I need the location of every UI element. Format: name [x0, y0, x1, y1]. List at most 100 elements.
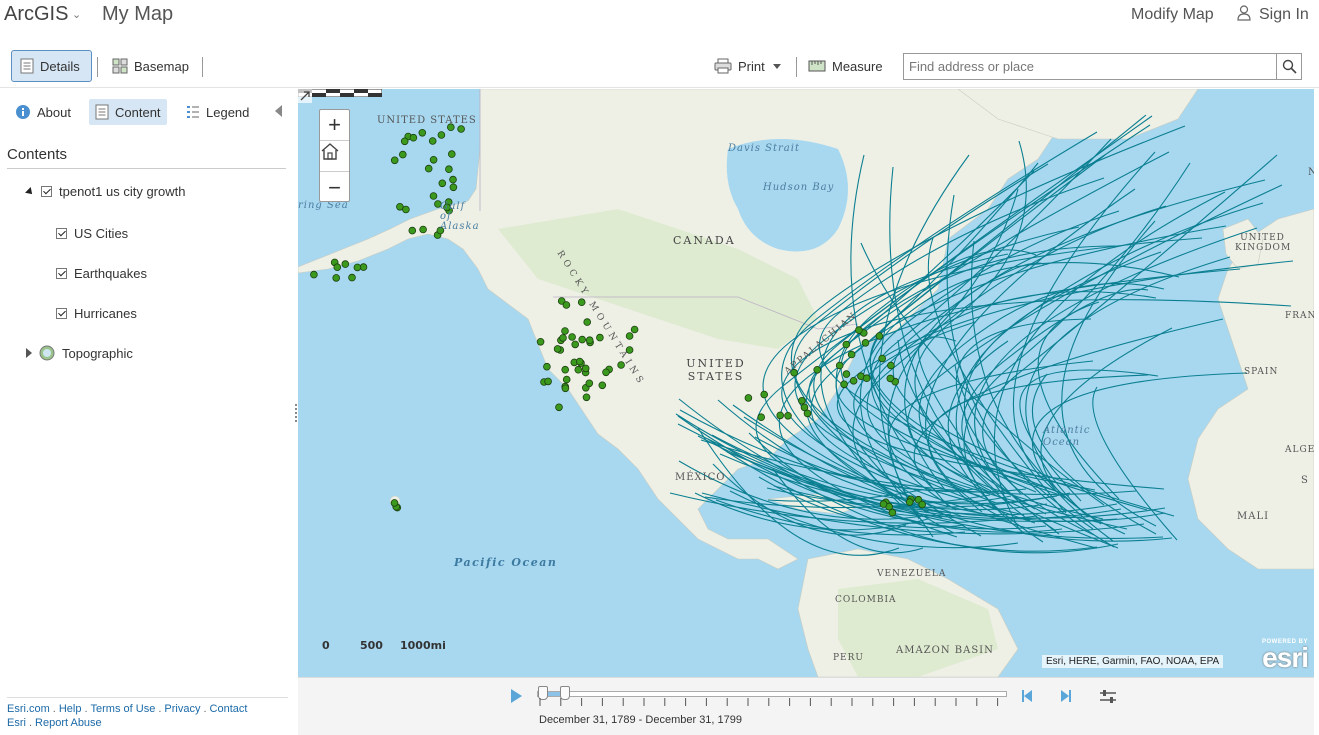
city-point[interactable] [448, 150, 456, 158]
city-point[interactable] [428, 137, 437, 145]
city-point[interactable] [408, 226, 417, 235]
city-point[interactable] [800, 403, 809, 412]
expand-caret-icon[interactable] [26, 348, 32, 358]
basemap-button[interactable]: Basemap [104, 50, 197, 82]
zoom-in-button[interactable]: + [320, 110, 349, 141]
city-point[interactable] [776, 411, 785, 420]
city-point[interactable] [862, 374, 871, 383]
city-point[interactable] [424, 164, 433, 173]
city-point[interactable] [553, 345, 562, 353]
city-point[interactable] [390, 499, 399, 507]
city-point[interactable] [561, 384, 570, 393]
footer-link-privacy[interactable]: Privacy [164, 703, 200, 715]
city-point[interactable] [875, 332, 884, 340]
basemap-layer-row[interactable]: Topographic [26, 345, 133, 361]
city-point[interactable] [536, 338, 545, 346]
city-point[interactable] [353, 263, 362, 272]
layer-checkbox[interactable] [56, 268, 67, 279]
city-point[interactable] [855, 326, 863, 334]
city-point[interactable] [571, 340, 580, 349]
city-point[interactable] [585, 379, 594, 388]
city-point[interactable] [583, 318, 592, 326]
city-point[interactable] [438, 179, 447, 188]
city-point[interactable] [847, 350, 856, 359]
city-point[interactable] [596, 333, 604, 342]
city-point[interactable] [399, 150, 407, 159]
map-attribution[interactable]: Esri, HERE, Garmin, FAO, NOAA, EPA [1042, 655, 1224, 668]
footer-link-report-abuse[interactable]: Report Abuse [35, 717, 102, 729]
next-icon[interactable] [1057, 689, 1073, 703]
modify-map-link[interactable]: Modify Map [1131, 6, 1214, 24]
arcgis-brand[interactable]: ArcGIS [4, 3, 68, 26]
city-point[interactable] [562, 301, 571, 309]
layer-row-earthquakes[interactable]: Earthquakes [56, 266, 147, 281]
city-point[interactable] [861, 339, 870, 347]
layer-checkbox[interactable] [56, 228, 67, 239]
esri-logo[interactable]: POWERED BY esri [1246, 639, 1309, 672]
city-point[interactable] [582, 393, 591, 402]
chevron-down-icon[interactable]: ⌄ [72, 8, 81, 21]
city-point[interactable] [445, 165, 453, 173]
city-point[interactable] [561, 365, 570, 374]
city-point[interactable] [578, 335, 587, 344]
city-point[interactable] [332, 274, 340, 282]
city-point[interactable] [429, 192, 438, 200]
city-point[interactable] [879, 500, 888, 508]
slider-settings-icon[interactable] [1099, 690, 1117, 704]
city-point[interactable] [842, 370, 851, 378]
time-slider-track[interactable] [537, 691, 1007, 697]
details-button[interactable]: Details [11, 50, 92, 82]
layer-group-row[interactable]: tpenot1 us city growth [25, 184, 185, 199]
city-point[interactable] [585, 336, 594, 345]
print-button[interactable]: Print [706, 50, 789, 82]
search-input[interactable] [903, 53, 1276, 80]
city-point[interactable] [437, 131, 446, 139]
city-point[interactable] [559, 334, 567, 342]
city-point[interactable] [784, 411, 792, 420]
city-point[interactable] [418, 128, 427, 137]
sign-in-link[interactable]: Sign In [1259, 6, 1309, 24]
city-point[interactable] [568, 333, 576, 341]
search-button[interactable] [1276, 53, 1302, 80]
city-point[interactable] [419, 225, 427, 234]
city-point[interactable] [574, 365, 583, 374]
home-button[interactable] [320, 141, 349, 172]
city-point[interactable] [840, 380, 848, 389]
footer-link-esri[interactable]: Esri.com [7, 703, 50, 715]
hurricane-track[interactable] [913, 318, 1224, 491]
expand-icon[interactable] [298, 89, 312, 103]
city-point[interactable] [918, 500, 926, 509]
map-canvas[interactable] [298, 89, 1314, 677]
city-point[interactable] [561, 327, 569, 335]
city-point[interactable] [887, 361, 895, 370]
city-point[interactable] [449, 183, 458, 192]
hurricane-track[interactable] [1031, 373, 1157, 535]
city-point[interactable] [905, 498, 914, 506]
city-point[interactable] [457, 125, 465, 133]
footer-link-help[interactable]: Help [59, 703, 82, 715]
city-point[interactable] [562, 375, 571, 384]
city-point[interactable] [757, 413, 766, 422]
city-point[interactable] [835, 361, 844, 370]
city-point[interactable] [813, 365, 821, 374]
city-point[interactable] [390, 156, 399, 165]
city-point[interactable] [581, 364, 590, 373]
city-point[interactable] [630, 325, 639, 334]
city-point[interactable] [429, 156, 438, 164]
city-point[interactable] [760, 390, 769, 399]
city-point[interactable] [842, 340, 851, 349]
play-icon[interactable] [511, 689, 522, 703]
city-point[interactable] [575, 357, 584, 366]
city-point[interactable] [543, 362, 551, 371]
city-point[interactable] [409, 133, 418, 142]
city-point[interactable] [400, 137, 409, 146]
city-point[interactable] [744, 394, 753, 402]
tab-legend[interactable]: Legend [180, 99, 255, 125]
layer-checkbox[interactable] [56, 308, 67, 319]
previous-icon[interactable] [1020, 689, 1036, 703]
layer-row-us-cities[interactable]: US Cities [56, 226, 128, 241]
city-point[interactable] [402, 205, 410, 214]
city-point[interactable] [849, 376, 858, 385]
city-point[interactable] [555, 403, 563, 412]
city-point[interactable] [598, 381, 607, 390]
